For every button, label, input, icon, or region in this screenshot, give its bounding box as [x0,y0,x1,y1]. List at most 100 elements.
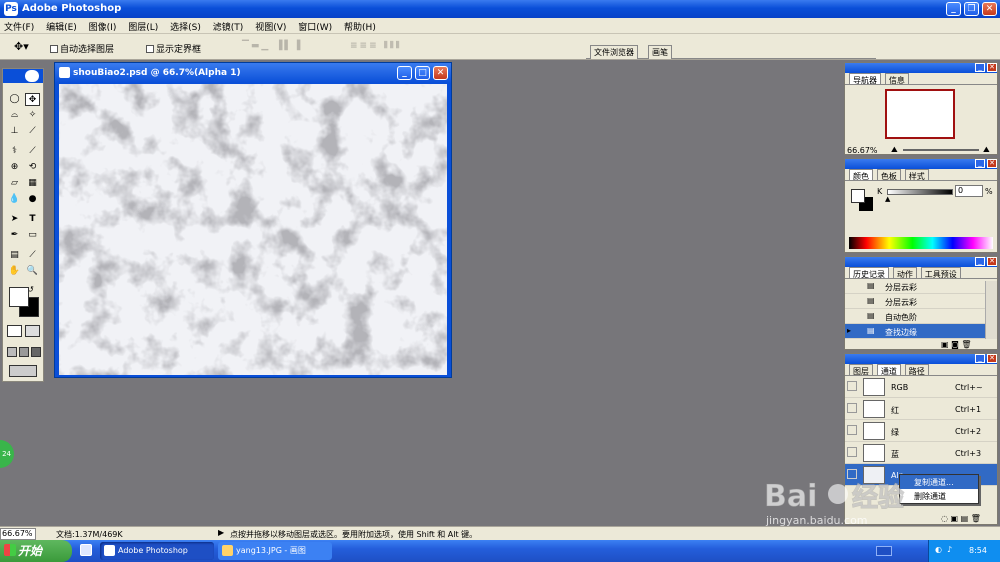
history-item[interactable]: ▤ 分层云彩 [845,294,997,309]
move-tool-preset-icon[interactable]: ✥▾ [14,40,29,53]
history-panel-buttons-icon[interactable]: ▣ ◙ 🗑 [941,340,972,349]
zoom-slider[interactable] [903,149,979,151]
quick-mask-mode-icon[interactable] [25,325,40,337]
show-desktop-icon[interactable] [80,544,92,556]
start-button[interactable]: 开始 [0,540,72,562]
doc-maximize-button[interactable]: □ [415,66,430,80]
clock[interactable]: 8:54 [969,546,987,555]
tray-scroll-icon[interactable] [876,546,892,556]
tab-history[interactable]: 历史记录 [849,267,889,279]
color-ramp[interactable] [849,237,993,249]
menu-edit[interactable]: 编辑(E) [42,18,82,33]
visibility-toggle[interactable] [847,425,857,435]
document-canvas[interactable] [59,84,447,375]
brush-tool-icon[interactable]: ⟋ [25,145,40,158]
history-brush-tool-icon[interactable]: ⟲ [25,161,40,174]
history-brush-source-icon[interactable]: ▸ [847,326,851,335]
zoom-tool-icon[interactable]: 🔍 [25,265,40,278]
clone-stamp-tool-icon[interactable]: ⊕ [7,161,22,174]
task-paint[interactable]: yang13.JPG - 画图 [218,542,332,560]
restore-button[interactable]: ❐ [964,2,979,16]
menu-file[interactable]: 文件(F) [0,18,39,33]
panel-close-button[interactable]: ✕ [987,354,997,363]
eyedropper-tool-icon[interactable]: ⟋ [25,249,40,262]
tab-navigator[interactable]: 导航器 [849,73,881,85]
move-tool-icon[interactable]: ✥ [25,93,40,106]
checkbox-box[interactable] [146,45,154,53]
channel-row[interactable]: 绿 Ctrl+2 [845,420,997,442]
lasso-tool-icon[interactable]: ⌓ [7,109,22,122]
zoom-in-icon[interactable]: ⛰ [983,145,990,155]
tab-tool-presets[interactable]: 工具预设 [920,267,961,279]
brushes-tab[interactable]: 画笔 [648,45,672,59]
navigator-zoom[interactable]: 66.67% [847,146,878,155]
panel-minimize-button[interactable]: _ [975,257,985,266]
tab-channels[interactable]: 通道 [876,364,901,376]
panel-close-button[interactable]: ✕ [987,63,997,72]
dodge-tool-icon[interactable]: ● [25,193,40,206]
menu-item-delete-channel[interactable]: 删除通道 [900,489,978,503]
visibility-toggle[interactable] [847,403,857,413]
magic-wand-tool-icon[interactable]: ✧ [25,109,40,122]
notes-tool-icon[interactable]: ▤ [7,249,22,262]
channel-row[interactable]: RGB Ctrl+~ [845,376,997,398]
shape-tool-icon[interactable]: ▭ [25,229,40,242]
screen-mode-standard-icon[interactable] [7,347,17,357]
visibility-toggle[interactable] [847,447,857,457]
align-buttons-icon[interactable]: ▔▬▁ ▐▌▐ [242,41,302,51]
screen-mode-full-icon[interactable] [31,347,41,357]
foreground-color-swatch[interactable] [9,287,29,307]
menu-select[interactable]: 选择(S) [166,18,206,33]
marquee-tool-icon[interactable]: ◯ [7,93,22,106]
navigator-thumbnail[interactable] [885,89,955,139]
k-slider[interactable] [887,189,953,195]
menu-view[interactable]: 视图(V) [251,18,291,33]
file-browser-tab[interactable]: 文件浏览器 [590,45,638,59]
doc-minimize-button[interactable]: _ [397,66,412,80]
visibility-toggle[interactable] [847,469,857,479]
panel-close-button[interactable]: ✕ [987,257,997,266]
healing-brush-tool-icon[interactable]: ⚕ [7,145,22,158]
blur-tool-icon[interactable]: 💧 [7,193,22,206]
history-item[interactable]: ▤ 自动色阶 [845,309,997,324]
tab-info[interactable]: 信息 [884,73,909,85]
menu-help[interactable]: 帮助(H) [340,18,381,33]
panel-minimize-button[interactable]: _ [975,159,985,168]
gradient-tool-icon[interactable]: ▦ [25,177,40,190]
tab-styles[interactable]: 样式 [904,169,929,181]
checkbox-box[interactable] [50,45,58,53]
panel-close-button[interactable]: ✕ [987,159,997,168]
tab-swatches[interactable]: 色板 [876,169,901,181]
menu-filter[interactable]: 滤镜(T) [209,18,249,33]
panel-minimize-button[interactable]: _ [975,63,985,72]
status-zoom[interactable]: 66.67% [0,528,36,540]
k-slider-handle-icon[interactable]: ▲ [885,195,890,203]
type-tool-icon[interactable]: T [25,213,40,226]
close-button[interactable]: ✕ [982,2,997,16]
menu-layer[interactable]: 图层(L) [124,18,163,33]
jump-to-imageready-icon[interactable] [9,365,37,377]
tab-color[interactable]: 颜色 [849,169,873,181]
crop-tool-icon[interactable]: ⊥ [7,125,22,138]
eraser-tool-icon[interactable]: ▱ [7,177,22,190]
channel-row[interactable]: 红 Ctrl+1 [845,398,997,420]
history-item-selected[interactable]: ▸ ▤ 查找边缘 [845,324,997,339]
fg-color-swatch[interactable] [851,189,865,203]
minimize-button[interactable]: _ [946,2,961,16]
standard-mode-icon[interactable] [7,325,22,337]
hand-tool-icon[interactable]: ✋ [7,265,22,278]
status-arrow-icon[interactable]: ▶ [218,528,224,537]
adobe-online-icon[interactable] [25,70,39,82]
language-icon[interactable]: ◐ [935,545,942,554]
menu-item-duplicate-channel[interactable]: 复制通道... [900,475,978,489]
distribute-buttons-icon[interactable]: ≡≡≡ ⦀⦀⦀ [350,41,402,51]
screen-mode-menubar-icon[interactable] [19,347,29,357]
menu-window[interactable]: 窗口(W) [294,18,337,33]
channel-panel-buttons-icon[interactable]: ◌ ▣ ▤ 🗑 [941,514,981,523]
pen-tool-icon[interactable]: ✒ [7,229,22,242]
volume-icon[interactable]: ♪ [947,545,952,554]
zoom-out-icon[interactable]: ⛰ [891,145,898,155]
history-item[interactable]: ▤ 分层云彩 [845,279,997,294]
doc-close-button[interactable]: ✕ [433,66,448,80]
k-value-input[interactable]: 0 [955,185,983,197]
